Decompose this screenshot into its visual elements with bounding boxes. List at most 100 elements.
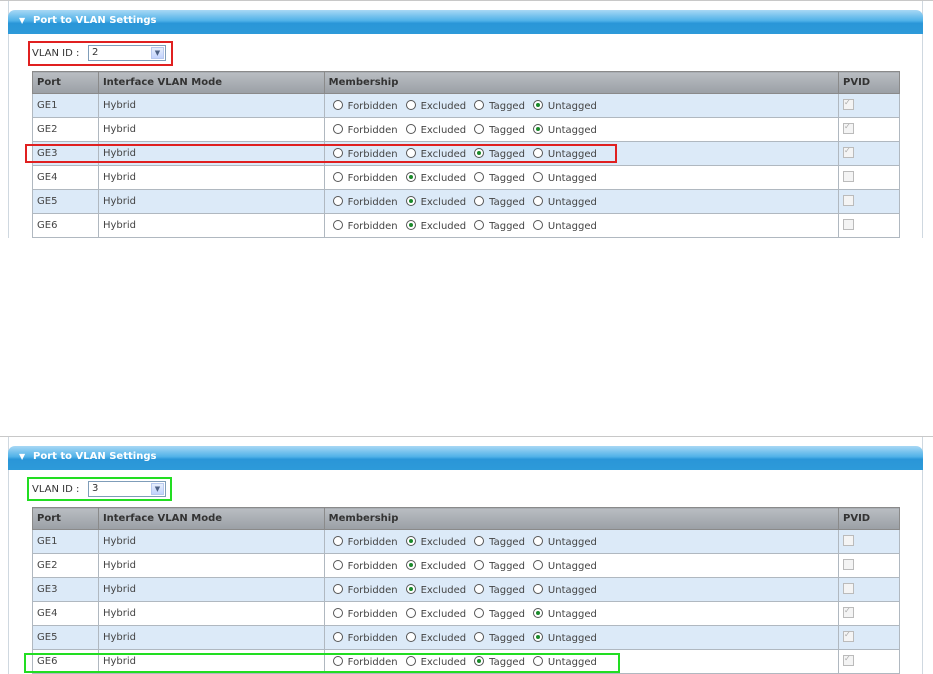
membership-radio-excluded[interactable] xyxy=(405,655,416,666)
table-header-row: Port Interface VLAN Mode Membership PVID xyxy=(32,507,900,530)
membership-radio-untagged[interactable] xyxy=(532,123,543,134)
collapse-triangle-icon[interactable]: ▼ xyxy=(19,16,25,25)
membership-radio-tagged[interactable] xyxy=(474,607,485,618)
membership-radio-excluded[interactable] xyxy=(405,195,416,206)
membership-radio-tagged[interactable] xyxy=(474,147,485,158)
membership-radio-excluded[interactable] xyxy=(405,99,416,110)
pvid-cell xyxy=(838,577,900,602)
membership-radio-forbidden[interactable] xyxy=(332,171,343,182)
table-row: GE5 Hybrid Forbidden Excluded Tagged Untagged xyxy=(32,189,900,214)
membership-radio-untagged[interactable] xyxy=(532,195,543,206)
membership-radio-excluded[interactable] xyxy=(405,219,416,230)
membership-radio-excluded[interactable] xyxy=(405,559,416,570)
mode-cell: Hybrid xyxy=(97,601,325,626)
membership-option-label: Excluded xyxy=(420,536,467,548)
membership-option-label: Tagged xyxy=(489,100,525,112)
pvid-cell xyxy=(838,93,900,118)
membership-option-label: Excluded xyxy=(420,584,467,596)
port-cell: GE6 xyxy=(32,213,99,238)
mode-cell: Hybrid xyxy=(97,529,325,554)
membership-radio-tagged[interactable] xyxy=(474,99,485,110)
port-cell: GE3 xyxy=(32,577,99,602)
membership-radio-forbidden[interactable] xyxy=(332,99,343,110)
pvid-checkbox[interactable] xyxy=(843,98,854,110)
membership-radio-untagged[interactable] xyxy=(532,535,543,546)
panel-title-bar[interactable]: ▼ Port to VLAN Settings xyxy=(8,10,923,34)
membership-cell: Forbidden Excluded Tagged Untagged xyxy=(323,529,840,554)
membership-radio-untagged[interactable] xyxy=(532,559,543,570)
membership-radio-tagged[interactable] xyxy=(474,631,485,642)
chevron-down-icon[interactable]: ▼ xyxy=(151,47,164,59)
membership-radio-forbidden[interactable] xyxy=(332,607,343,618)
membership-radio-forbidden[interactable] xyxy=(332,655,343,666)
membership-radio-tagged[interactable] xyxy=(474,535,485,546)
membership-radio-untagged[interactable] xyxy=(532,171,543,182)
port-cell: GE2 xyxy=(32,117,99,142)
membership-cell: Forbidden Excluded Tagged Untagged xyxy=(323,553,840,578)
membership-radio-untagged[interactable] xyxy=(532,607,543,618)
collapse-triangle-icon[interactable]: ▼ xyxy=(19,452,25,461)
membership-option-label: Untagged xyxy=(547,608,597,620)
panel-title-bar[interactable]: ▼ Port to VLAN Settings xyxy=(8,446,923,470)
membership-radio-excluded[interactable] xyxy=(405,535,416,546)
membership-radio-untagged[interactable] xyxy=(532,99,543,110)
membership-option-label: Tagged xyxy=(489,172,525,184)
membership-radio-forbidden[interactable] xyxy=(332,535,343,546)
membership-radio-tagged[interactable] xyxy=(474,655,485,666)
membership-radio-forbidden[interactable] xyxy=(332,147,343,158)
membership-radio-excluded[interactable] xyxy=(405,607,416,618)
membership-radio-excluded[interactable] xyxy=(405,147,416,158)
membership-radio-forbidden[interactable] xyxy=(332,631,343,642)
pvid-cell xyxy=(838,601,900,626)
pvid-checkbox[interactable] xyxy=(843,146,854,158)
membership-radio-tagged[interactable] xyxy=(474,219,485,230)
vlan-id-select[interactable]: 3 ▼ xyxy=(88,481,166,497)
membership-radio-forbidden[interactable] xyxy=(332,195,343,206)
membership-radio-tagged[interactable] xyxy=(474,583,485,594)
membership-radio-forbidden[interactable] xyxy=(332,219,343,230)
membership-radio-forbidden[interactable] xyxy=(332,583,343,594)
membership-radio-untagged[interactable] xyxy=(532,583,543,594)
pvid-cell xyxy=(838,213,900,238)
membership-radio-excluded[interactable] xyxy=(405,171,416,182)
membership-option-label: Forbidden xyxy=(347,100,398,112)
membership-option-label: Forbidden xyxy=(347,632,398,644)
membership-radio-untagged[interactable] xyxy=(532,219,543,230)
membership-radio-untagged[interactable] xyxy=(532,147,543,158)
membership-radio-forbidden[interactable] xyxy=(332,123,343,134)
membership-option-label: Untagged xyxy=(547,560,597,572)
pvid-checkbox[interactable] xyxy=(843,559,854,570)
port-cell: GE5 xyxy=(32,189,99,214)
membership-cell: Forbidden Excluded Tagged Untagged xyxy=(323,577,840,602)
pvid-cell xyxy=(838,649,900,674)
membership-option-label: Excluded xyxy=(420,220,467,232)
pvid-checkbox[interactable] xyxy=(843,195,854,206)
port-cell: GE2 xyxy=(32,553,99,578)
membership-radio-tagged[interactable] xyxy=(474,123,485,134)
membership-radio-tagged[interactable] xyxy=(474,171,485,182)
mode-cell: Hybrid xyxy=(97,577,325,602)
pvid-checkbox[interactable] xyxy=(843,583,854,594)
membership-option-label: Excluded xyxy=(420,148,467,160)
pvid-checkbox[interactable] xyxy=(843,171,854,182)
pvid-checkbox[interactable] xyxy=(843,219,854,230)
port-cell: GE1 xyxy=(32,93,99,118)
membership-radio-excluded[interactable] xyxy=(405,583,416,594)
pvid-checkbox[interactable] xyxy=(843,630,854,642)
pvid-checkbox[interactable] xyxy=(843,654,854,666)
membership-radio-untagged[interactable] xyxy=(532,631,543,642)
vlan-id-select[interactable]: 2 ▼ xyxy=(88,45,166,61)
membership-radio-tagged[interactable] xyxy=(474,195,485,206)
membership-radio-excluded[interactable] xyxy=(405,123,416,134)
membership-radio-untagged[interactable] xyxy=(532,655,543,666)
port-cell: GE4 xyxy=(32,601,99,626)
pvid-checkbox[interactable] xyxy=(843,535,854,546)
chevron-down-icon[interactable]: ▼ xyxy=(151,483,164,495)
mode-cell: Hybrid xyxy=(97,553,325,578)
pvid-checkbox[interactable] xyxy=(843,606,854,618)
membership-radio-tagged[interactable] xyxy=(474,559,485,570)
membership-radio-forbidden[interactable] xyxy=(332,559,343,570)
pvid-checkbox[interactable] xyxy=(843,122,854,134)
membership-option-label: Forbidden xyxy=(347,196,398,208)
membership-radio-excluded[interactable] xyxy=(405,631,416,642)
